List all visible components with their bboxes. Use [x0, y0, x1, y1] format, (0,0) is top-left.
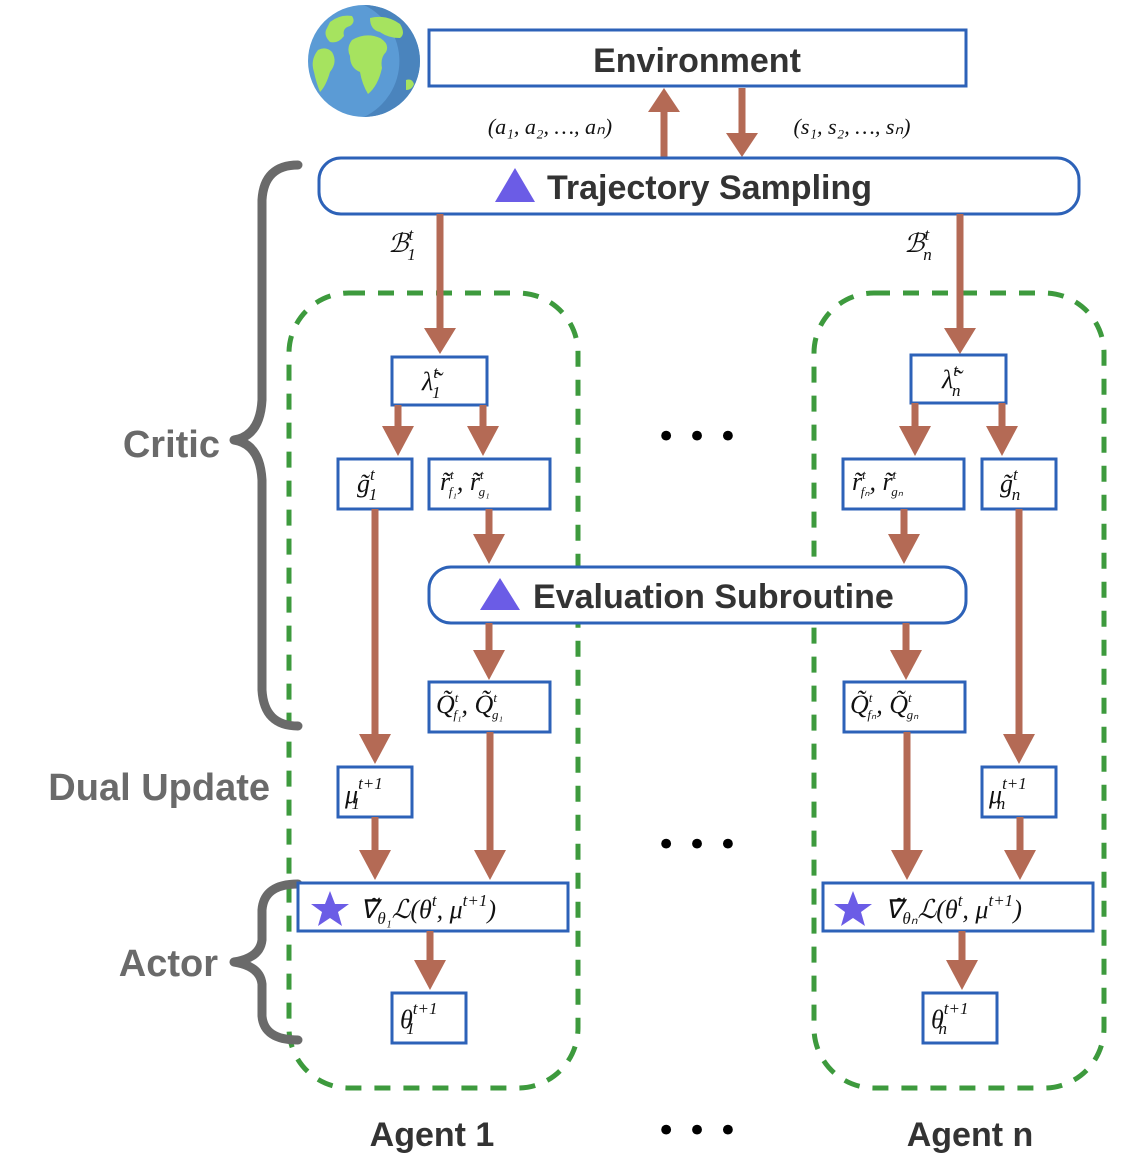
- actor-label: Actor: [119, 943, 218, 985]
- trajectory-sampling-label: Trajectory Sampling: [547, 169, 872, 207]
- actions-arrow: [648, 88, 680, 157]
- grad-1-to-theta-arrow: [414, 931, 446, 990]
- lambda-n-to-r-arrow: [899, 403, 931, 456]
- states-arrow: [726, 88, 758, 157]
- lambda-n-to-g-arrow: [986, 403, 1018, 456]
- grad-n-to-theta-arrow: [946, 931, 978, 990]
- agent-1-label: Agent 1: [370, 1116, 495, 1154]
- eval-to-q-1-arrow: [473, 623, 505, 680]
- mu-1-to-grad-arrow: [359, 817, 391, 880]
- actions-label: (a₁, a₂, …, aₙ): [488, 114, 612, 139]
- q-1-label: Q̃t f₁, Q̃t g₁: [436, 690, 503, 722]
- ellipsis-critic: • • •: [656, 417, 738, 457]
- q-1-to-grad-arrow: [474, 732, 506, 880]
- q-n-to-grad-arrow: [891, 732, 923, 880]
- lambda-1-to-r-arrow: [467, 405, 499, 456]
- evaluation-subroutine-label: Evaluation Subroutine: [533, 578, 894, 616]
- batch-1-arrow: [424, 214, 456, 354]
- mu-n-to-grad-arrow: [1004, 817, 1036, 880]
- batch-1-label: ℬt 1: [388, 225, 416, 264]
- g-n-to-mu-arrow: [1003, 509, 1035, 764]
- g-1-to-mu-arrow: [359, 509, 391, 764]
- r-1-to-eval-arrow: [473, 509, 505, 564]
- batch-n-label: ℬt n: [904, 225, 932, 264]
- ellipsis-actor: • • •: [656, 825, 738, 865]
- ellipsis-agents: • • •: [656, 1111, 738, 1151]
- agent-n-label: Agent n: [907, 1116, 1034, 1154]
- globe-icon: [308, 5, 420, 117]
- critic-brace: [229, 160, 303, 731]
- states-label: (s₁, s₂, …, sₙ): [794, 114, 911, 139]
- diagram-canvas: Environment (a₁, a₂, …, aₙ) (s₁, s₂, …, …: [48, 5, 1107, 1154]
- lambda-1-to-g-arrow: [382, 405, 414, 456]
- r-n-to-eval-arrow: [888, 509, 920, 564]
- critic-label: Critic: [123, 424, 220, 466]
- eval-to-q-n-arrow: [890, 623, 922, 680]
- dual-update-label: Dual Update: [48, 767, 270, 809]
- diagram-stage: Environment (a₁, a₂, …, aₙ) (s₁, s₂, …, …: [0, 0, 1124, 1174]
- environment-title: Environment: [593, 42, 801, 80]
- batch-n-arrow: [944, 214, 976, 354]
